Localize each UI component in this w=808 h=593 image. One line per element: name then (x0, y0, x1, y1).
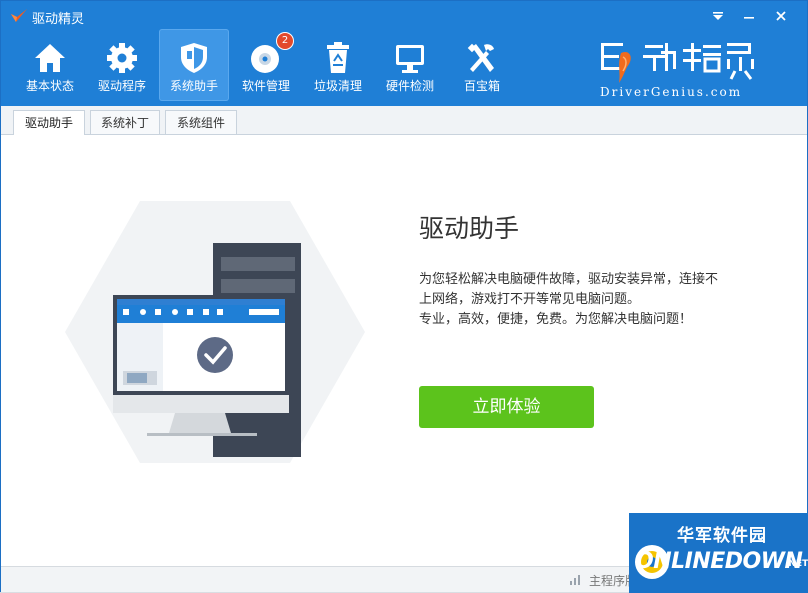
toolbar-item-label: 垃圾清理 (313, 79, 362, 93)
watermark-title: 华军软件园 (677, 526, 767, 546)
feature-description-line: 专业，高效，便捷，免费。为您解决电脑问题！ (419, 312, 693, 327)
recycle-bin-icon (327, 42, 349, 73)
update-count-badge: 2 (277, 33, 293, 49)
toolbar-item-junk-cleanup[interactable]: 垃圾清理 (303, 29, 373, 101)
watermark-brand: ONLINEDOWN (635, 549, 803, 574)
toolbar-item-basic-status[interactable]: 基本状态 (15, 29, 85, 101)
toolbar-item-label: 百宝箱 (463, 79, 500, 93)
try-now-button[interactable]: 立即体验 (419, 386, 594, 428)
minimize-button[interactable] (737, 5, 761, 27)
toolbar-item-label: 软件管理 (241, 79, 290, 93)
subtab-driver-assistant[interactable]: 驱动助手 (13, 110, 85, 135)
watermark-suffix: .NET (785, 559, 808, 569)
subtab-system-components[interactable]: 系统组件 (165, 110, 237, 134)
tools-icon (467, 43, 494, 72)
toolbar-item-label: 硬件检测 (385, 79, 434, 93)
brand-subtitle: DriverGenius.com (600, 85, 743, 99)
toolbar-item-label: 基本状态 (25, 79, 74, 93)
main-toolbar: 基本状态 驱动程序 系统助手 2 软件管理 垃圾清理 硬件检测 百宝箱 (15, 29, 515, 103)
toolbar-item-system-assistant[interactable]: 系统助手 (159, 29, 229, 101)
toolbar-item-drivers[interactable]: 驱动程序 (87, 29, 157, 101)
toolbar-item-label: 系统助手 (169, 79, 218, 93)
feature-description-line: 为您轻松解决电脑硬件故障，驱动安装异常，连接不 (419, 272, 719, 287)
sub-tab-bar: 驱动助手 系统补丁 系统组件 (1, 106, 807, 135)
toolbar-item-hardware-detect[interactable]: 硬件检测 (375, 29, 445, 101)
feature-illustration (65, 201, 365, 463)
menu-dropdown-button[interactable] (706, 5, 730, 27)
signal-icon (570, 575, 580, 585)
shield-icon (181, 43, 207, 73)
gear-icon (107, 43, 137, 73)
minimize-icon (744, 17, 754, 19)
monitor-icon (396, 45, 424, 73)
title-bar[interactable]: 驱动精灵 (1, 1, 807, 31)
header: 驱动精灵 基本状态 驱动程序 系统助手 2 软件管理 垃圾清理 硬件检测 百宝箱… (1, 1, 807, 106)
close-icon (776, 11, 786, 21)
dropdown-menu-icon (713, 12, 723, 20)
window-title: 驱动精灵 (32, 12, 85, 27)
feature-description-line: 上网络，游戏打不开等常见电脑问题。 (419, 292, 641, 307)
toolbar-item-software-manager[interactable]: 2 软件管理 (231, 29, 301, 101)
app-window: 驱动精灵 基本状态 驱动程序 系统助手 2 软件管理 垃圾清理 硬件检测 百宝箱… (0, 0, 808, 593)
toolbar-item-label: 驱动程序 (97, 79, 146, 93)
app-logo-icon (11, 9, 27, 22)
feature-title: 驱动助手 (419, 214, 520, 243)
onlinedown-watermark: 华军软件园 ONLINEDOWN .NET (629, 513, 808, 593)
feature-description: 为您轻松解决电脑硬件故障，驱动安装异常，连接不 上网络，游戏打不开等常见电脑问题… (419, 270, 749, 330)
close-button[interactable] (769, 5, 793, 27)
subtab-system-patch[interactable]: 系统补丁 (90, 110, 160, 134)
toolbar-item-toolbox[interactable]: 百宝箱 (447, 29, 517, 101)
home-icon (35, 44, 65, 72)
